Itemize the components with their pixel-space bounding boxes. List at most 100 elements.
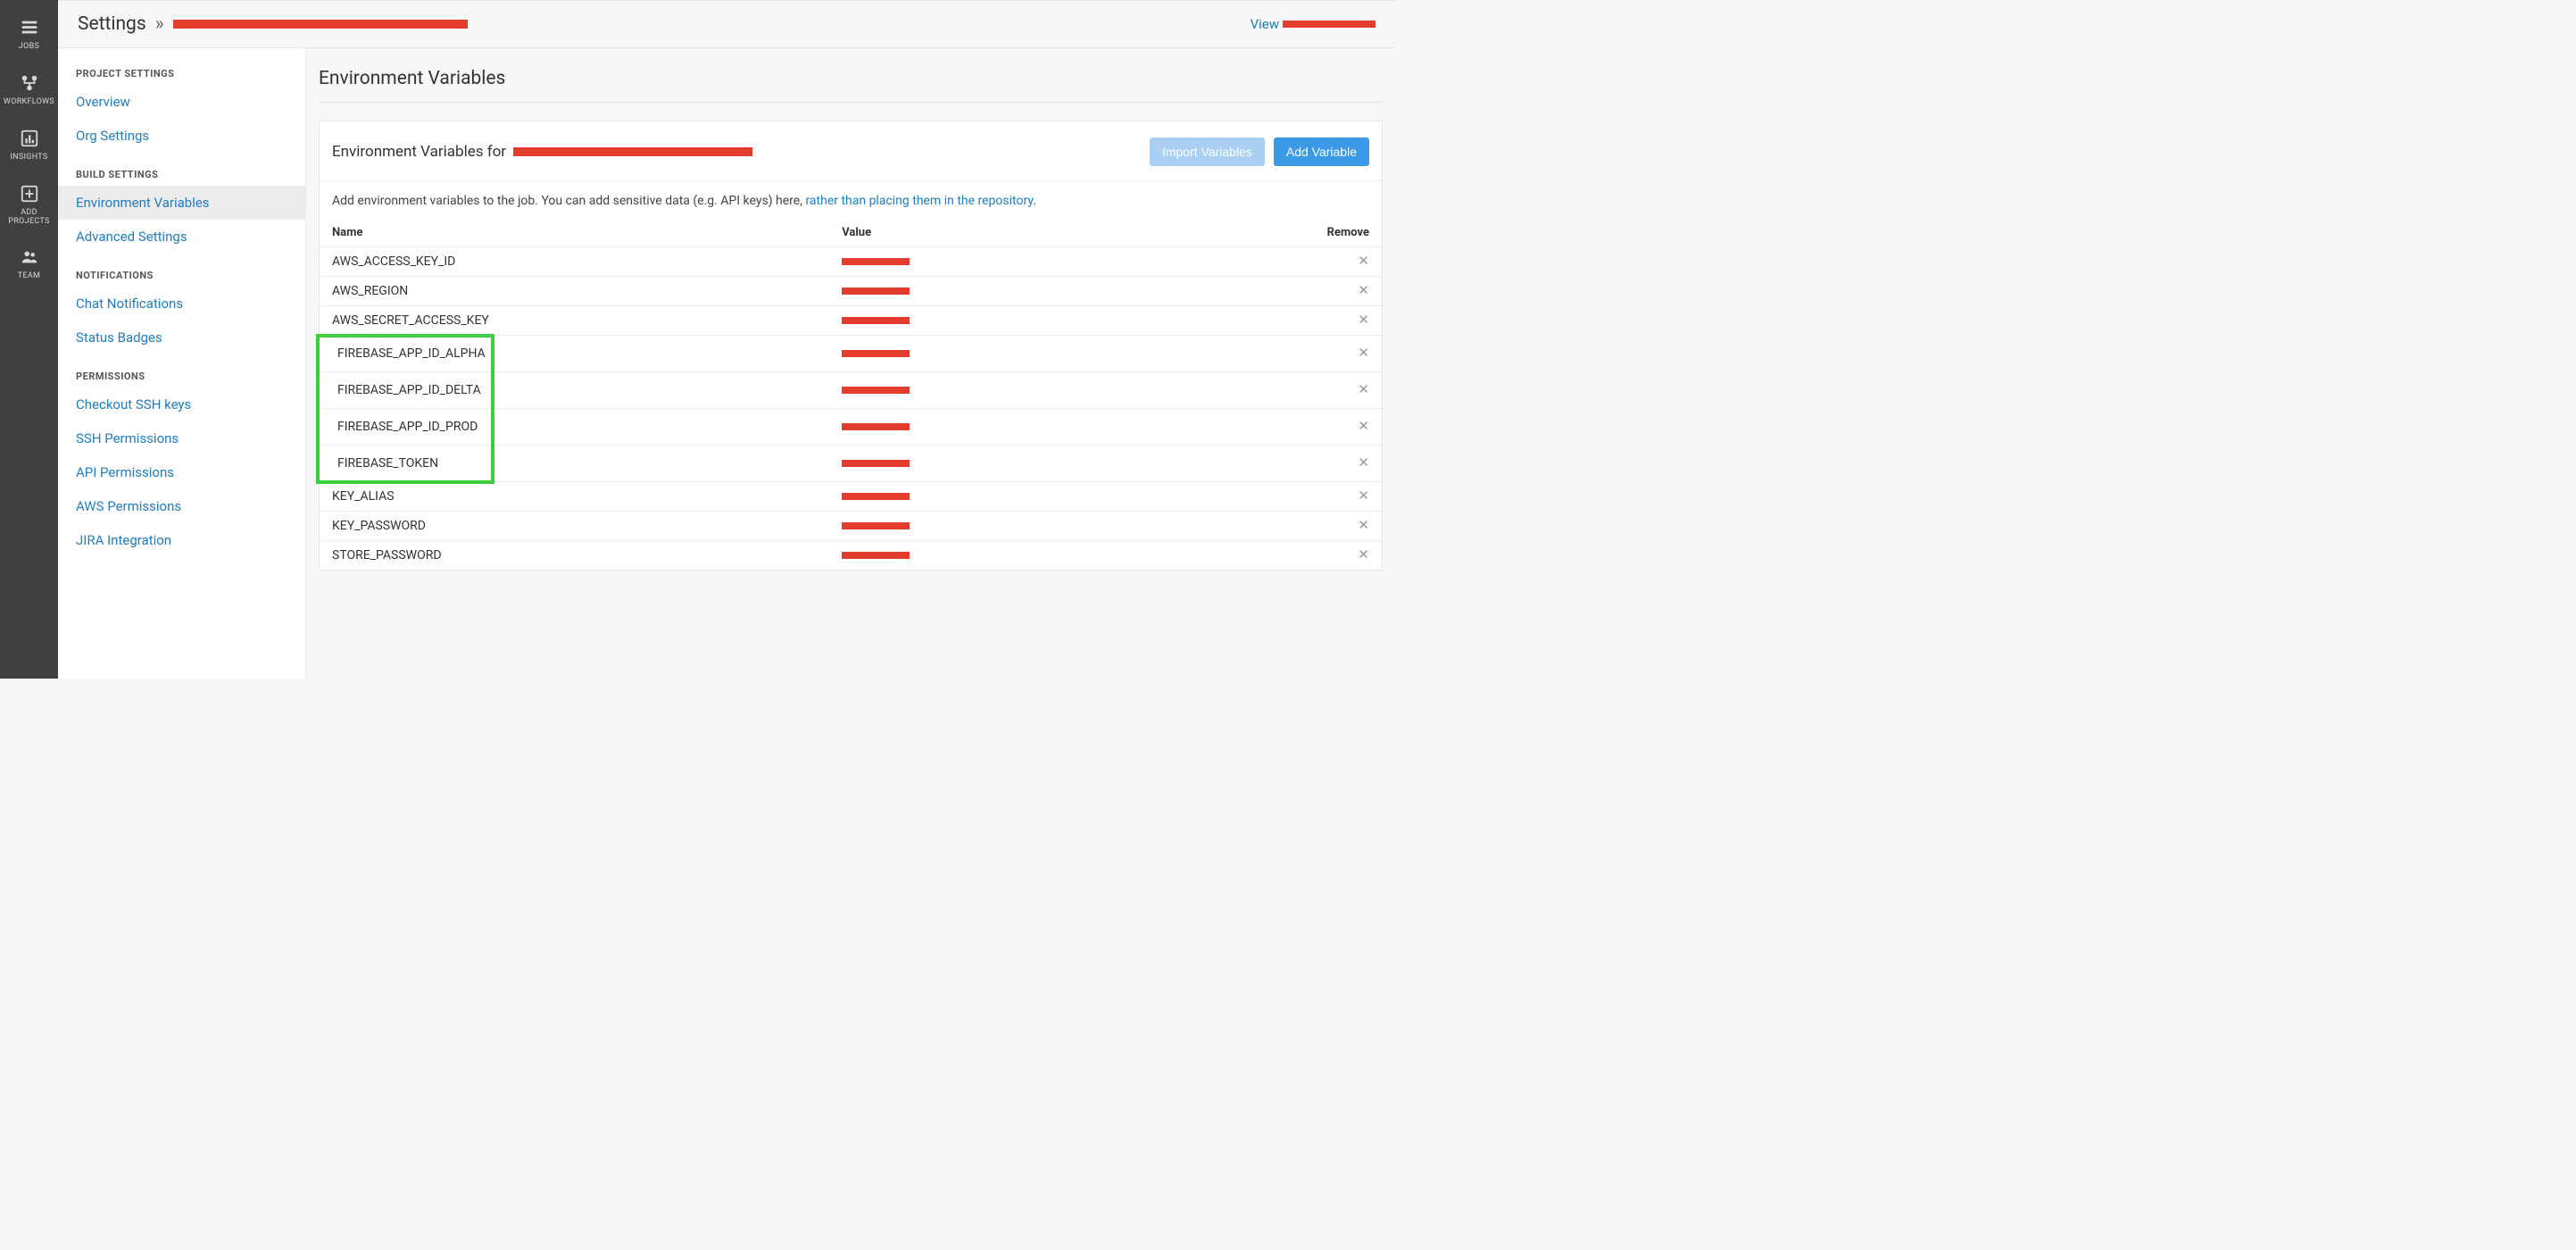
remove-icon[interactable]: ✕ [1358, 254, 1369, 268]
var-value-cell [829, 372, 1276, 409]
sidebar-api-permissions[interactable]: API Permissions [58, 455, 305, 489]
var-remove-cell: ✕ [1276, 482, 1382, 512]
remove-icon[interactable]: ✕ [1358, 489, 1369, 503]
var-remove-cell: ✕ [1276, 247, 1382, 277]
remove-icon[interactable]: ✕ [1358, 456, 1369, 470]
card-title-prefix: Environment Variables for [332, 143, 506, 161]
var-name-cell: KEY_PASSWORD [320, 512, 829, 541]
nav-team[interactable]: TEAM [0, 238, 58, 294]
var-remove-cell: ✕ [1276, 541, 1382, 571]
remove-icon[interactable]: ✕ [1358, 313, 1369, 327]
nav-add-projects[interactable]: ADD PROJECTS [0, 175, 58, 239]
env-vars-card: Environment Variables for Import Variabl… [319, 121, 1383, 571]
var-name-cell: KEY_ALIAS [320, 482, 829, 512]
table-row: FIREBASE_TOKEN✕ [320, 446, 1382, 482]
main-area: Settings » View PROJECT SETTINGS Overvie… [58, 0, 1395, 679]
insights-icon [20, 129, 39, 148]
section-build-settings: BUILD SETTINGS [58, 169, 305, 186]
view-project-redacted [1283, 21, 1375, 28]
var-remove-cell: ✕ [1276, 372, 1382, 409]
sidebar-jira-integration[interactable]: JIRA Integration [58, 523, 305, 557]
desc-link[interactable]: rather than placing them in the reposito… [805, 194, 1033, 208]
sidebar-aws-permissions[interactable]: AWS Permissions [58, 489, 305, 523]
var-name: AWS_SECRET_ACCESS_KEY [332, 313, 489, 328]
topbar: Settings » View [58, 1, 1395, 48]
settings-sidebar: PROJECT SETTINGS Overview Org Settings B… [58, 48, 306, 679]
var-remove-cell: ✕ [1276, 306, 1382, 336]
var-value-redacted [842, 493, 910, 500]
var-value-cell [829, 247, 1276, 277]
view-project-link[interactable]: View [1251, 16, 1375, 32]
import-variables-button[interactable]: Import Variables [1150, 138, 1265, 166]
var-value-cell [829, 482, 1276, 512]
sidebar-advanced-settings[interactable]: Advanced Settings [58, 220, 305, 254]
breadcrumb-separator: » [155, 13, 164, 35]
table-row: AWS_SECRET_ACCESS_KEY ✕ [320, 306, 1382, 336]
nav-insights[interactable]: INSIGHTS [0, 120, 58, 175]
sidebar-overview[interactable]: Overview [58, 85, 305, 119]
view-prefix: View [1251, 16, 1279, 32]
sidebar-org-settings[interactable]: Org Settings [58, 119, 305, 153]
table-row: KEY_ALIAS ✕ [320, 482, 1382, 512]
section-permissions: PERMISSIONS [58, 371, 305, 388]
env-vars-table: Name Value Remove AWS_ACCESS_KEY_ID✕AWS_… [320, 221, 1382, 570]
var-name-cell: FIREBASE_APP_ID_ALPHA [320, 336, 829, 372]
remove-icon[interactable]: ✕ [1358, 346, 1369, 360]
var-remove-cell: ✕ [1276, 446, 1382, 482]
breadcrumb: Settings » [78, 13, 468, 35]
table-row: FIREBASE_APP_ID_ALPHA ✕ [320, 336, 1382, 372]
var-value-cell [829, 512, 1276, 541]
nav-workflows-label: WORKFLOWS [4, 98, 54, 107]
var-value-cell [829, 541, 1276, 571]
var-name: FIREBASE_APP_ID_PROD [332, 416, 483, 438]
var-name: KEY_ALIAS [332, 489, 395, 504]
remove-icon[interactable]: ✕ [1358, 548, 1369, 562]
var-remove-cell: ✕ [1276, 409, 1382, 446]
workflows-icon [20, 73, 39, 93]
var-value-redacted [842, 258, 910, 265]
var-value-cell [829, 306, 1276, 336]
remove-icon[interactable]: ✕ [1358, 284, 1369, 297]
remove-icon[interactable]: ✕ [1358, 519, 1369, 532]
desc-post: . [1033, 194, 1036, 208]
add-projects-icon [20, 184, 39, 204]
sidebar-status-badges[interactable]: Status Badges [58, 321, 305, 354]
var-value-redacted [842, 350, 910, 357]
section-project-settings: PROJECT SETTINGS [58, 68, 305, 85]
var-value-cell [829, 336, 1276, 372]
var-remove-cell: ✕ [1276, 277, 1382, 306]
var-name: KEY_PASSWORD [332, 519, 426, 533]
var-name: FIREBASE_APP_ID_DELTA [332, 379, 486, 401]
table-row: FIREBASE_APP_ID_PROD ✕ [320, 409, 1382, 446]
remove-icon[interactable]: ✕ [1358, 383, 1369, 396]
var-value-redacted [842, 288, 910, 295]
card-title: Environment Variables for [332, 143, 752, 161]
var-value-redacted [842, 387, 910, 394]
nav-jobs[interactable]: JOBS [0, 9, 58, 64]
page-title: Environment Variables [319, 68, 1383, 103]
card-header: Environment Variables for Import Variabl… [320, 138, 1382, 181]
var-value-redacted [842, 317, 910, 324]
jobs-icon [20, 18, 39, 38]
var-value-redacted [842, 522, 910, 529]
content-area: Environment Variables Environment Variab… [306, 48, 1395, 679]
table-row: KEY_PASSWORD ✕ [320, 512, 1382, 541]
remove-icon[interactable]: ✕ [1358, 420, 1369, 433]
sidebar-ssh-permissions[interactable]: SSH Permissions [58, 421, 305, 455]
sidebar-chat-notifications[interactable]: Chat Notifications [58, 287, 305, 321]
var-name: FIREBASE_APP_ID_ALPHA [332, 343, 491, 364]
project-name-redacted [173, 20, 468, 29]
table-row: AWS_ACCESS_KEY_ID✕ [320, 247, 1382, 277]
col-remove: Remove [1276, 221, 1382, 247]
add-variable-button[interactable]: Add Variable [1274, 138, 1369, 166]
team-icon [20, 247, 39, 267]
var-value-cell [829, 277, 1276, 306]
nav-add-projects-label: ADD PROJECTS [8, 209, 49, 227]
sidebar-checkout-ssh[interactable]: Checkout SSH keys [58, 388, 305, 421]
nav-workflows[interactable]: WORKFLOWS [0, 64, 58, 120]
nav-insights-label: INSIGHTS [10, 154, 47, 162]
sidebar-env-vars[interactable]: Environment Variables [58, 186, 305, 220]
var-value-cell [829, 409, 1276, 446]
var-value-redacted [842, 460, 910, 467]
var-name-cell: AWS_SECRET_ACCESS_KEY [320, 306, 829, 336]
